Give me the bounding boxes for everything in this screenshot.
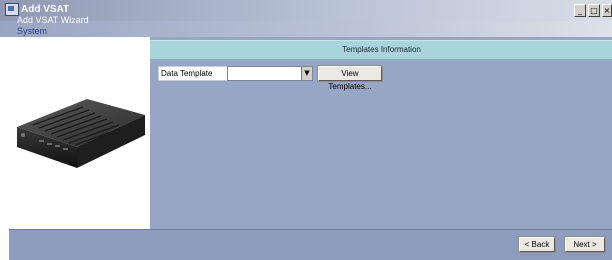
vsat-modem-image xyxy=(17,99,145,168)
wizard-header: Add VSAT Wizard System xyxy=(0,14,612,37)
device-image-panel xyxy=(9,37,149,229)
wizard-step: System xyxy=(17,26,48,36)
wizard-footer: < Back Next > xyxy=(9,229,612,260)
left-margin xyxy=(0,225,9,259)
wizard-title: Add VSAT Wizard xyxy=(17,15,89,25)
data-template-select[interactable]: ▼ xyxy=(227,66,313,81)
chevron-down-icon[interactable]: ▼ xyxy=(301,67,312,80)
data-template-label: Data Template xyxy=(158,66,228,81)
templates-content-area: Templates Information Data Template ▼ Vi… xyxy=(149,37,612,229)
add-vsat-window: Add VSAT _ □ × Add VSAT Wizard System Te… xyxy=(0,0,612,260)
section-title: Templates Information xyxy=(150,40,612,60)
view-templates-button[interactable]: View Templates... xyxy=(318,66,382,91)
back-button[interactable]: < Back xyxy=(519,237,555,252)
next-button[interactable]: Next > xyxy=(565,237,605,252)
